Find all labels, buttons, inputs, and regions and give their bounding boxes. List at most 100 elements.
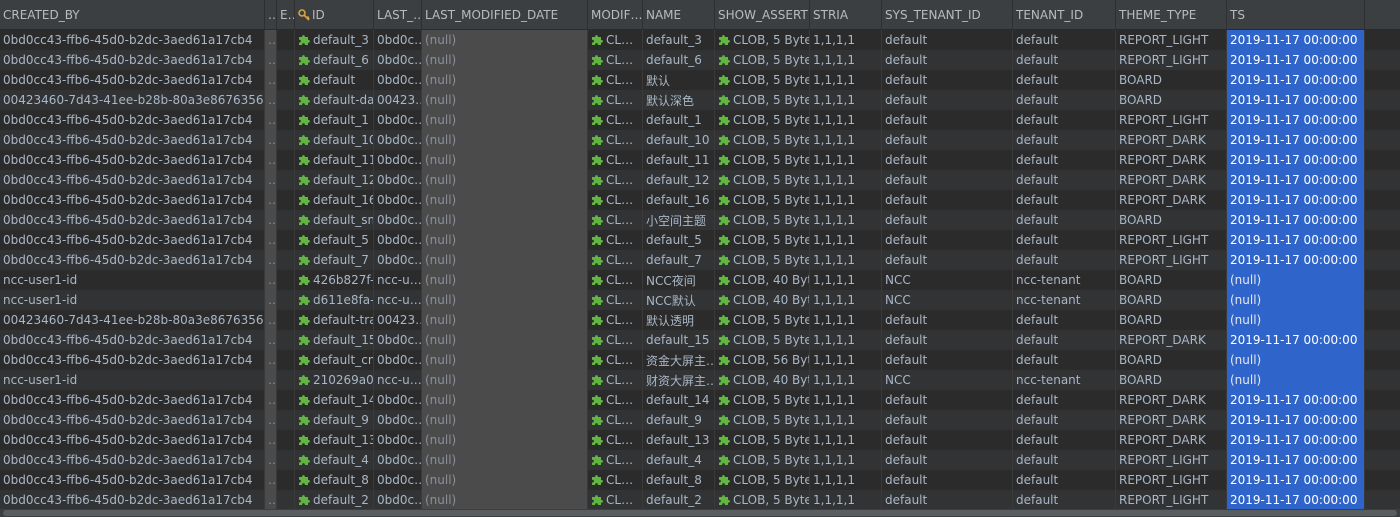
cell-show-assert[interactable]: CLOB, 5 Bytes (715, 470, 810, 490)
cell-name[interactable]: default_16 (643, 190, 715, 210)
column-header-collapsed-2[interactable]: E… (277, 0, 295, 29)
cell-last[interactable]: 00423… (374, 310, 422, 330)
cell-name[interactable]: 默认深色 (643, 90, 715, 110)
cell-show-assert[interactable]: CLOB, 5 Bytes (715, 450, 810, 470)
table-row[interactable]: 0bd0cc43-ffb6-45d0-b2dc-3aed61a17cb4… def… (0, 150, 1400, 170)
cell-id[interactable]: default_3 (295, 30, 374, 50)
table-row[interactable]: ncc-user1-id…426b827f-8…ncc-u…(null)CL…N… (0, 270, 1400, 290)
cell-id[interactable]: 210269a0-… (295, 370, 374, 390)
cell-e[interactable] (277, 250, 295, 270)
cell-id[interactable]: default_10 (295, 130, 374, 150)
cell-ts[interactable]: 2019-11-17 00:00:00 (1227, 490, 1365, 510)
cell-theme-type[interactable]: REPORT_LIGHT (1116, 230, 1227, 250)
cell-show-assert[interactable]: CLOB, 5 Bytes (715, 190, 810, 210)
table-row[interactable]: 0bd0cc43-ffb6-45d0-b2dc-3aed61a17cb4… def… (0, 490, 1400, 510)
cell-show-assert[interactable]: CLOB, 5 Bytes (715, 50, 810, 70)
column-header-show-assert[interactable]: SHOW_ASSERT (715, 0, 810, 29)
cell-collapsed[interactable]: … (265, 370, 277, 390)
cell-name[interactable]: default_8 (643, 470, 715, 490)
cell-theme-type[interactable]: REPORT_DARK (1116, 390, 1227, 410)
cell-modif[interactable]: CL… (588, 110, 643, 130)
cell-sys-tenant-id[interactable]: default (882, 410, 1013, 430)
cell-created-by[interactable]: 0bd0cc43-ffb6-45d0-b2dc-3aed61a17cb4 (0, 250, 265, 270)
cell-show-assert[interactable]: CLOB, 56 Bytes (715, 350, 810, 370)
cell-ts[interactable]: 2019-11-17 00:00:00 (1227, 110, 1365, 130)
cell-show-assert[interactable]: CLOB, 5 Bytes (715, 330, 810, 350)
cell-theme-type[interactable]: BOARD (1116, 210, 1227, 230)
cell-name[interactable]: 资金大屏主… (643, 350, 715, 370)
cell-collapsed[interactable]: … (265, 130, 277, 150)
cell-show-assert[interactable]: CLOB, 40 Bytes (715, 270, 810, 290)
cell-sys-tenant-id[interactable]: default (882, 70, 1013, 90)
cell-tenant-id[interactable]: ncc-tenant (1013, 290, 1116, 310)
cell-id[interactable]: default_4 (295, 450, 374, 470)
cell-ts[interactable]: 2019-11-17 00:00:00 (1227, 190, 1365, 210)
cell-id[interactable]: default_14 (295, 390, 374, 410)
cell-last-modified-date[interactable]: (null) (422, 430, 588, 450)
cell-collapsed[interactable]: … (265, 170, 277, 190)
cell-e[interactable] (277, 410, 295, 430)
cell-name[interactable]: default_7 (643, 250, 715, 270)
cell-created-by[interactable]: 0bd0cc43-ffb6-45d0-b2dc-3aed61a17cb4 (0, 150, 265, 170)
cell-last[interactable]: ncc-u… (374, 370, 422, 390)
cell-tenant-id[interactable]: default (1013, 110, 1116, 130)
cell-tenant-id[interactable]: default (1013, 450, 1116, 470)
column-header-last-modified-date[interactable]: LAST_MODIFIED_DATE (422, 0, 588, 29)
cell-theme-type[interactable]: REPORT_LIGHT (1116, 490, 1227, 510)
cell-e[interactable] (277, 70, 295, 90)
cell-last[interactable]: 0bd0c… (374, 70, 422, 90)
cell-id[interactable]: default_cmp (295, 350, 374, 370)
cell-created-by[interactable]: 0bd0cc43-ffb6-45d0-b2dc-3aed61a17cb4 (0, 190, 265, 210)
cell-modif[interactable]: CL… (588, 190, 643, 210)
cell-collapsed[interactable]: … (265, 210, 277, 230)
cell-created-by[interactable]: ncc-user1-id (0, 270, 265, 290)
cell-last-modified-date[interactable]: (null) (422, 410, 588, 430)
cell-last[interactable]: 0bd0c… (374, 250, 422, 270)
cell-sys-tenant-id[interactable]: default (882, 150, 1013, 170)
cell-id[interactable]: default_16 (295, 190, 374, 210)
cell-sys-tenant-id[interactable]: default (882, 230, 1013, 250)
cell-show-assert[interactable]: CLOB, 5 Bytes (715, 230, 810, 250)
cell-last[interactable]: 0bd0c… (374, 190, 422, 210)
cell-e[interactable] (277, 330, 295, 350)
cell-e[interactable] (277, 290, 295, 310)
cell-show-assert[interactable]: CLOB, 5 Bytes (715, 170, 810, 190)
cell-last[interactable]: 0bd0c… (374, 230, 422, 250)
cell-tenant-id[interactable]: default (1013, 410, 1116, 430)
cell-tenant-id[interactable]: default (1013, 30, 1116, 50)
cell-modif[interactable]: CL… (588, 470, 643, 490)
cell-name[interactable]: default_4 (643, 450, 715, 470)
cell-sys-tenant-id[interactable]: default (882, 190, 1013, 210)
cell-sys-tenant-id[interactable]: default (882, 90, 1013, 110)
cell-sys-tenant-id[interactable]: default (882, 50, 1013, 70)
cell-sys-tenant-id[interactable]: default (882, 390, 1013, 410)
cell-theme-type[interactable]: REPORT_LIGHT (1116, 250, 1227, 270)
cell-collapsed[interactable]: … (265, 430, 277, 450)
table-row[interactable]: 0bd0cc43-ffb6-45d0-b2dc-3aed61a17cb4… def… (0, 130, 1400, 150)
cell-e[interactable] (277, 230, 295, 250)
cell-show-assert[interactable]: CLOB, 5 Bytes (715, 390, 810, 410)
cell-ts[interactable]: 2019-11-17 00:00:00 (1227, 90, 1365, 110)
cell-show-assert[interactable]: CLOB, 40 Bytes (715, 370, 810, 390)
cell-created-by[interactable]: 0bd0cc43-ffb6-45d0-b2dc-3aed61a17cb4 (0, 130, 265, 150)
cell-modif[interactable]: CL… (588, 70, 643, 90)
table-row[interactable]: 0bd0cc43-ffb6-45d0-b2dc-3aed61a17cb4… def… (0, 230, 1400, 250)
cell-last[interactable]: 0bd0c… (374, 50, 422, 70)
cell-sys-tenant-id[interactable]: default (882, 490, 1013, 510)
table-row[interactable]: 0bd0cc43-ffb6-45d0-b2dc-3aed61a17cb4… def… (0, 450, 1400, 470)
cell-stria[interactable]: 1,1,1,1 (810, 150, 882, 170)
cell-last-modified-date[interactable]: (null) (422, 290, 588, 310)
cell-theme-type[interactable]: BOARD (1116, 70, 1227, 90)
cell-modif[interactable]: CL… (588, 450, 643, 470)
cell-name[interactable]: default_2 (643, 490, 715, 510)
cell-created-by[interactable]: 0bd0cc43-ffb6-45d0-b2dc-3aed61a17cb4 (0, 330, 265, 350)
cell-theme-type[interactable]: REPORT_DARK (1116, 330, 1227, 350)
cell-sys-tenant-id[interactable]: default (882, 330, 1013, 350)
cell-modif[interactable]: CL… (588, 230, 643, 250)
cell-last-modified-date[interactable]: (null) (422, 50, 588, 70)
cell-modif[interactable]: CL… (588, 430, 643, 450)
cell-created-by[interactable]: 0bd0cc43-ffb6-45d0-b2dc-3aed61a17cb4 (0, 390, 265, 410)
cell-created-by[interactable]: ncc-user1-id (0, 370, 265, 390)
table-row[interactable]: 00423460-7d43-41ee-b28b-80a3e8676356… def… (0, 90, 1400, 110)
cell-stria[interactable]: 1,1,1,1 (810, 210, 882, 230)
